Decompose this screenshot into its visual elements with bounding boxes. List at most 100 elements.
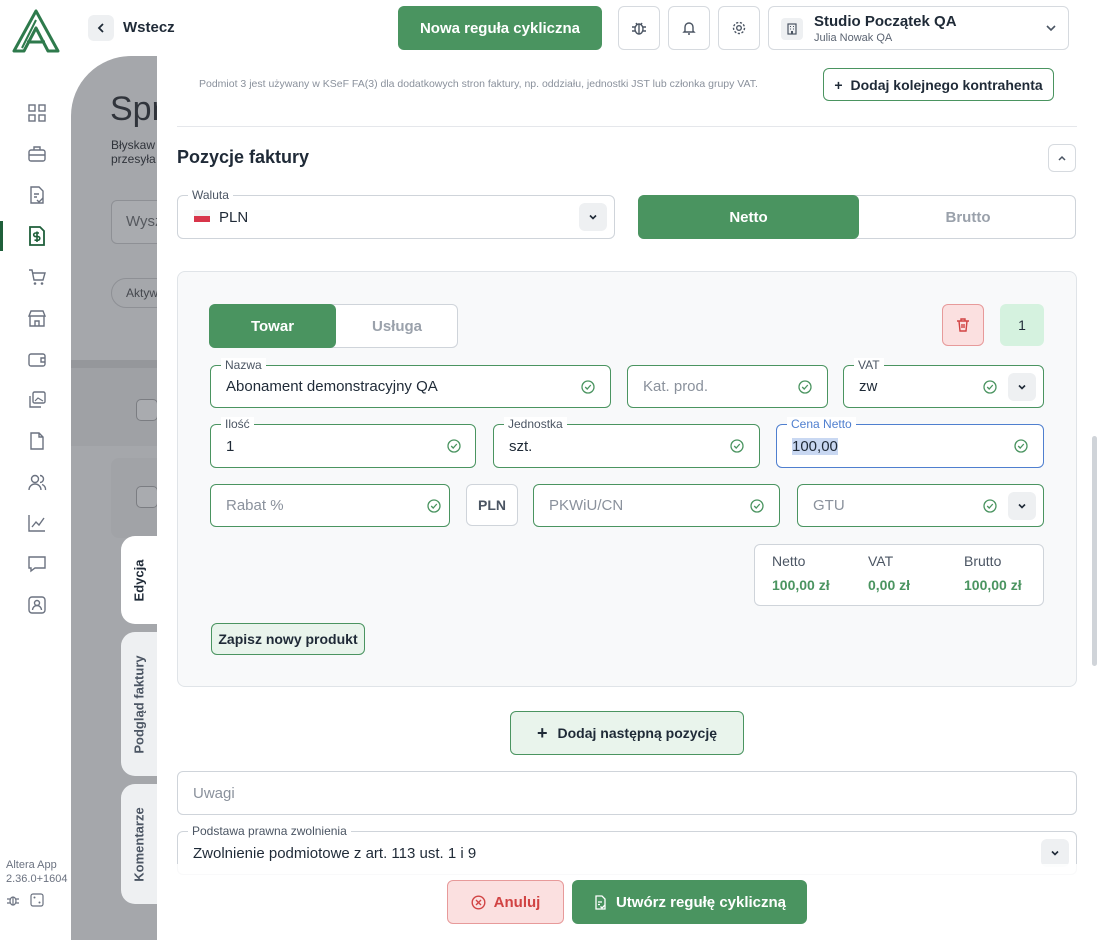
check-circle-icon — [750, 499, 764, 513]
vat-label: VAT — [854, 358, 884, 372]
check-circle-icon — [983, 380, 997, 394]
add-next-item-label: Dodaj następną pozycję — [557, 725, 717, 741]
vat-dropdown-button[interactable] — [1008, 373, 1036, 401]
add-contractor-label: Dodaj kolejnego kontrahenta — [850, 76, 1043, 93]
gear-icon — [732, 21, 746, 35]
app-name: Altera App — [6, 859, 57, 871]
net-price-field[interactable]: Cena Netto 100,00 — [776, 417, 1044, 468]
background-checkbox — [136, 486, 158, 508]
bug-report-button[interactable] — [618, 6, 660, 50]
add-contractor-button[interactable]: + Dodaj kolejnego kontrahenta — [823, 68, 1054, 101]
section-divider — [177, 126, 1077, 127]
type-service-option[interactable]: Usługa — [336, 304, 458, 348]
sidebar-message-icon[interactable] — [25, 552, 49, 576]
discount-currency-chip[interactable]: PLN — [466, 484, 518, 526]
create-recurring-rule-button[interactable]: Utwórz regułę cykliczną — [572, 880, 807, 924]
sidebar-users-icon[interactable] — [25, 470, 49, 494]
tab-comments[interactable]: Komentarze — [121, 784, 157, 904]
discount-field[interactable]: Rabat % — [210, 484, 450, 527]
check-circle-icon — [1014, 439, 1028, 453]
check-circle-icon — [427, 499, 441, 513]
totals-netto-label: Netto — [772, 553, 806, 569]
company-switcher[interactable]: Studio Początek QA Julia Nowak QA — [768, 6, 1069, 50]
create-recurring-rule-label: Utwórz regułę cykliczną — [615, 893, 787, 911]
panel-scrollbar[interactable] — [1092, 436, 1097, 666]
tab-invoice-preview[interactable]: Podgląd faktury — [121, 632, 157, 776]
totals-vat-value: 0,00 zł — [868, 577, 911, 593]
sidebar-briefcase-icon[interactable] — [25, 142, 49, 166]
exemption-basis-value: Zwolnienie podmiotowe z art. 113 ust. 1 … — [193, 845, 477, 862]
new-recurring-rule-button[interactable]: Nowa reguła cykliczna — [398, 6, 602, 50]
dice-icon[interactable] — [30, 893, 44, 907]
plus-icon: + — [834, 76, 843, 93]
check-circle-icon — [983, 499, 997, 513]
trash-icon — [957, 318, 969, 332]
gtu-select[interactable]: GTU — [797, 484, 1044, 527]
gtu-placeholder: GTU — [813, 497, 845, 514]
document-check-icon — [595, 894, 606, 910]
chevron-down-icon — [1018, 384, 1026, 390]
bell-icon — [682, 22, 696, 35]
tab-edit-label: Edycja — [131, 559, 147, 601]
gtu-dropdown-button[interactable] — [1008, 492, 1036, 520]
unit-field[interactable]: Jednostka szt. — [493, 417, 760, 468]
currency-dropdown-button[interactable] — [579, 203, 607, 231]
close-circle-icon — [471, 894, 486, 910]
sidebar-document-check-icon[interactable] — [25, 183, 49, 207]
sidebar-invoices-icon[interactable] — [25, 224, 49, 248]
item-name-field[interactable]: Nazwa Abonament demonstracyjny QA — [210, 358, 611, 408]
totals-netto-value: 100,00 zł — [772, 577, 830, 593]
totals-netto: Netto 100,00 zł — [772, 553, 830, 593]
background-checkbox — [136, 399, 158, 421]
back-button[interactable] — [88, 15, 114, 41]
sidebar-file-icon[interactable] — [25, 429, 49, 453]
collapse-section-button[interactable] — [1048, 144, 1076, 172]
sidebar-chart-icon[interactable] — [25, 511, 49, 535]
background-page-subtitle: Błyskaw przesyła — [111, 138, 156, 166]
bug-icon[interactable] — [6, 893, 20, 907]
settings-button[interactable] — [718, 6, 760, 50]
section-title: Pozycje faktury — [177, 147, 310, 167]
item-totals: Netto 100,00 zł VAT 0,00 zł Brutto 100,0… — [754, 544, 1044, 606]
vat-value: zw — [859, 378, 878, 395]
back-label[interactable]: Wstecz — [123, 19, 175, 36]
app-logo[interactable] — [11, 8, 61, 54]
save-new-product-button[interactable]: Zapisz nowy produkt — [211, 623, 365, 655]
bug-icon — [632, 22, 646, 35]
cancel-label: Anuluj — [493, 893, 541, 911]
quantity-field[interactable]: Ilość 1 — [210, 417, 476, 468]
sidebar-cart-icon[interactable] — [25, 265, 49, 289]
quantity-value: 1 — [226, 438, 235, 455]
sidebar-gallery-icon[interactable] — [25, 388, 49, 412]
brutto-option[interactable]: Brutto — [859, 195, 1077, 239]
tab-invoice-preview-label: Podgląd faktury — [131, 654, 147, 754]
netto-option[interactable]: Netto — [638, 195, 859, 239]
delete-item-button[interactable] — [942, 304, 984, 346]
background-subtitle-line: przesyła — [111, 152, 156, 166]
background-subtitle-line: Błyskaw — [111, 138, 156, 152]
pkwiu-field[interactable]: PKWiU/CN — [533, 484, 780, 527]
check-circle-icon — [447, 439, 461, 453]
sidebar-dashboard-icon[interactable] — [25, 101, 49, 125]
tab-edit[interactable]: Edycja — [121, 536, 157, 624]
background-page-title: Spr — [110, 90, 163, 128]
chevron-down-icon — [1018, 503, 1026, 509]
poland-flag-icon — [194, 210, 210, 222]
vat-rate-select[interactable]: VAT zw — [843, 358, 1044, 408]
notes-field[interactable]: Uwagi — [177, 771, 1077, 815]
product-category-field[interactable]: Kat. prod. — [627, 365, 828, 408]
discount-placeholder: Rabat % — [226, 497, 284, 514]
unit-label: Jednostka — [504, 417, 567, 431]
notifications-button[interactable] — [668, 6, 710, 50]
exemption-dropdown-button[interactable] — [1041, 839, 1069, 867]
invoice-rule-panel: Podmiot 3 jest używany w KSeF FA(3) dla … — [157, 56, 1100, 940]
sidebar-contact-icon[interactable] — [25, 593, 49, 617]
quantity-label: Ilość — [221, 417, 254, 431]
sidebar-store-icon[interactable] — [25, 306, 49, 330]
sidebar-wallet-icon[interactable] — [25, 347, 49, 371]
totals-brutto-value: 100,00 zł — [964, 577, 1022, 593]
currency-select[interactable]: Waluta PLN — [177, 188, 615, 239]
type-goods-option[interactable]: Towar — [209, 304, 336, 348]
cancel-button[interactable]: Anuluj — [447, 880, 564, 924]
add-next-item-button[interactable]: + Dodaj następną pozycję — [510, 711, 744, 755]
